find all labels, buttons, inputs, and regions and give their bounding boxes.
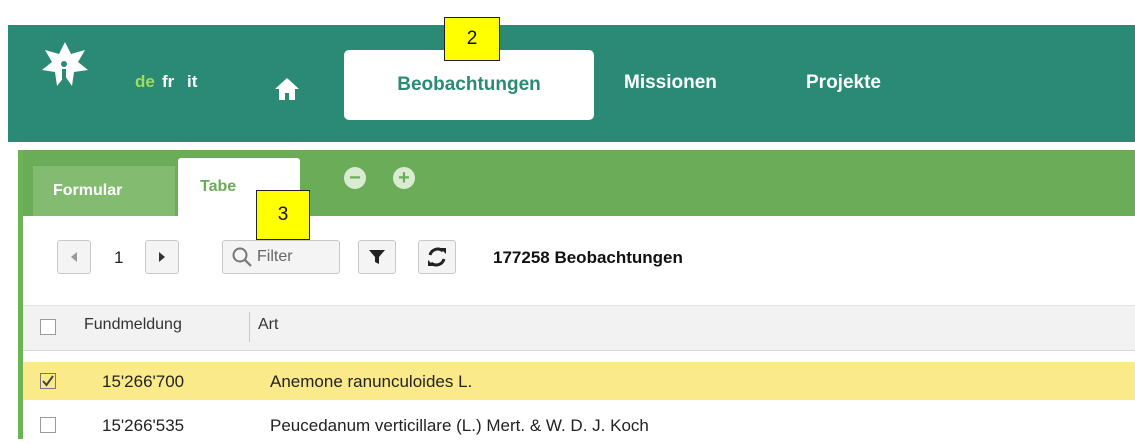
annotation-badge-2: 2 (444, 17, 500, 61)
observation-count: 177258 Beobachtungen (493, 248, 683, 267)
language-de[interactable]: de (135, 72, 155, 92)
nav-tab-projects[interactable]: Projekte (806, 72, 881, 94)
checkmark-icon (42, 375, 54, 387)
funnel-icon (369, 250, 385, 264)
row-id: 15'266'535 (102, 416, 185, 435)
filter-button-label: Filter (257, 248, 293, 265)
home-icon[interactable] (274, 77, 300, 101)
row-id: 15'266'700 (102, 372, 185, 391)
annotation-badge-3: 3 (256, 190, 310, 240)
add-icon[interactable]: + (393, 167, 415, 189)
funnel-filter-button[interactable] (358, 240, 396, 274)
refresh-button[interactable] (418, 240, 456, 274)
previous-page-button[interactable] (57, 240, 91, 274)
row-checkbox[interactable] (40, 373, 56, 389)
page-number: 1 (114, 248, 124, 267)
table-row[interactable] (23, 362, 1135, 400)
next-page-button[interactable] (145, 240, 179, 274)
nav-tab-missions[interactable]: Missionen (624, 72, 717, 94)
tab-formular[interactable]: Formular (33, 166, 175, 216)
table-header (23, 305, 1135, 351)
tab-formular-label: Formular (53, 182, 123, 199)
row-species: Peucedanum verticillare (L.) Mert. & W. … (270, 416, 649, 435)
tab-tabelle-label: Tabe (200, 178, 237, 195)
refresh-icon (428, 247, 446, 267)
column-header-fundmeldung[interactable]: Fundmeldung (84, 316, 182, 334)
row-species: Anemone ranunculoides L. (270, 372, 473, 391)
filter-button[interactable]: Filter (222, 240, 340, 274)
app-logo-icon[interactable] (40, 40, 90, 90)
language-it[interactable]: it (187, 72, 197, 92)
search-icon (232, 247, 252, 267)
chevron-left-icon (71, 252, 77, 262)
chevron-right-icon (159, 252, 165, 262)
row-checkbox[interactable] (40, 417, 56, 433)
language-fr[interactable]: fr (162, 72, 174, 92)
column-header-art[interactable]: Art (258, 316, 278, 334)
select-all-checkbox[interactable] (40, 319, 56, 335)
column-divider[interactable] (249, 312, 250, 342)
remove-icon[interactable]: − (344, 167, 366, 189)
